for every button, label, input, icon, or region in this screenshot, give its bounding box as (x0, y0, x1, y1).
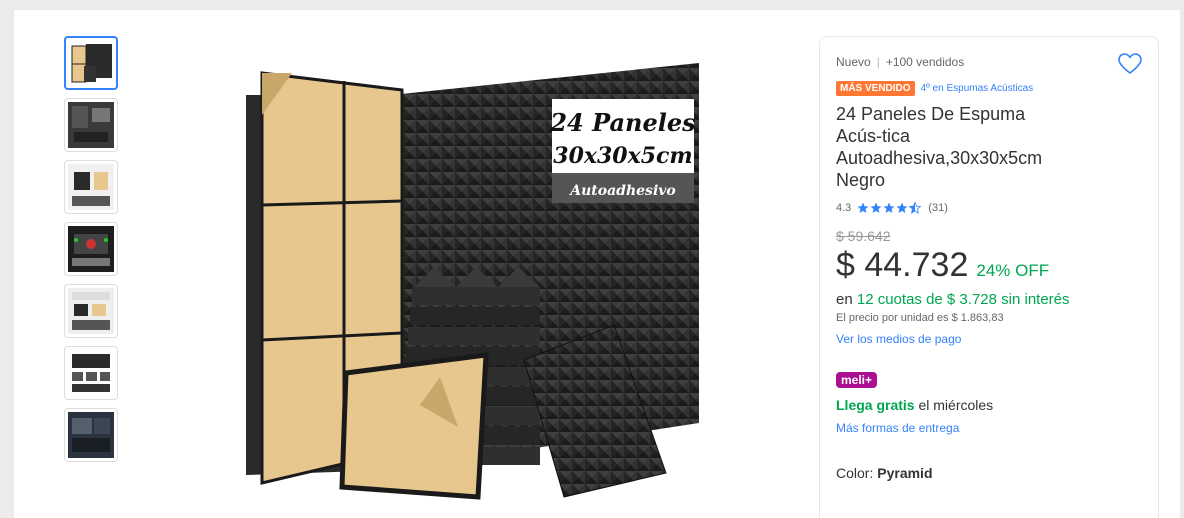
rating-value: 4.3 (836, 201, 852, 214)
discount-label: 24% OFF (976, 260, 1050, 280)
product-main-image[interactable]: 24 Paneles 30x30x5cm Autoadhesivo (234, 55, 704, 500)
thumbnail-7[interactable] (64, 408, 118, 462)
price-row: $ 44.732 24% OFF (836, 246, 1142, 285)
star-full-icon (870, 202, 882, 213)
condition-label: Nuevo (836, 55, 871, 69)
shipping-day: el miércoles (918, 396, 994, 413)
sold-count: +100 vendidos (885, 55, 965, 69)
rating-count: (31) (928, 201, 948, 214)
unit-price: El precio por unidad es $ 1.863,83 (836, 311, 1004, 324)
product-page: 24 Paneles 30x30x5cm Autoadhesivo Nuevo (14, 10, 1180, 518)
color-value: Pyramid (877, 464, 933, 481)
condition-row: Nuevo | +100 vendidos (836, 55, 1142, 69)
condition-separator: | (876, 55, 880, 69)
image-text-line2: 30x30x5cm (553, 143, 692, 169)
thumbnail-6[interactable] (64, 346, 118, 400)
badges-row: MÁS VENDIDO 4º en Espumas Acústicas (836, 81, 1142, 96)
thumbnail-3[interactable] (64, 160, 118, 214)
best-seller-badge: MÁS VENDIDO (836, 81, 915, 96)
free-shipping-label: Llega gratis (836, 396, 915, 413)
meli-plus-badge: meli+ (836, 371, 878, 388)
star-full-icon (896, 202, 908, 213)
thumbnail-5[interactable] (64, 284, 118, 338)
star-half-icon (909, 201, 922, 214)
image-text-line1: 24 Paneles (549, 108, 696, 137)
star-full-icon (857, 202, 869, 213)
installments-info: en 12 cuotas de $ 3.728 sin interés (836, 291, 1142, 308)
buy-box: Nuevo | +100 vendidos MÁS VENDIDO 4º en … (819, 36, 1159, 518)
color-selector-label: Color: Pyramid (836, 465, 1142, 481)
original-price: $ 59.642 (836, 227, 891, 244)
thumbnail-gallery (64, 36, 118, 470)
thumbnail-2[interactable] (64, 98, 118, 152)
star-full-icon (883, 202, 895, 213)
rating-stars (857, 201, 922, 214)
payment-methods-link[interactable]: Ver los medios de pago (836, 332, 1142, 346)
shipping-info: Llega gratis el miércoles (836, 397, 1142, 413)
installments-prefix: en (836, 290, 853, 308)
current-price: $ 44.732 (836, 245, 969, 284)
product-title: 24 Paneles De Espuma Acús-tica Autoadhes… (836, 104, 1043, 190)
favorite-heart-icon[interactable] (1118, 53, 1142, 75)
color-label: Color: (836, 464, 874, 481)
category-rank-link[interactable]: 4º en Espumas Acústicas (921, 83, 1034, 94)
thumbnail-4[interactable] (64, 222, 118, 276)
thumbnail-1[interactable] (64, 36, 118, 90)
installments-text: 12 cuotas de $ 3.728 sin interés (856, 290, 1070, 308)
delivery-options-link[interactable]: Más formas de entrega (836, 421, 1142, 435)
rating-row[interactable]: 4.3 (31) (836, 201, 1142, 214)
image-text-line3: Autoadhesivo (568, 183, 675, 199)
